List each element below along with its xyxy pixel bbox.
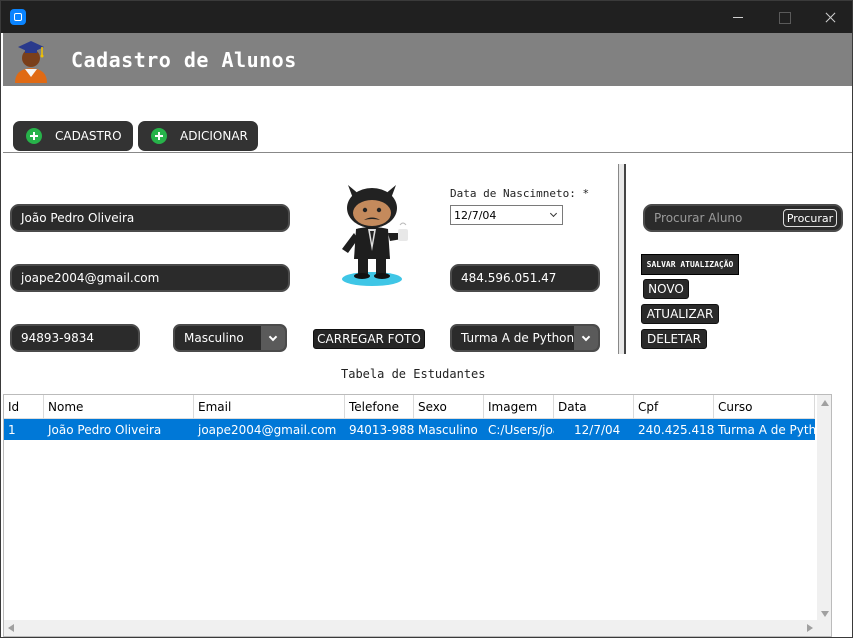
title-bar	[1, 1, 852, 33]
cell-id: 1	[8, 422, 16, 437]
data-nascimento-picker[interactable]: 12/7/04	[450, 205, 563, 225]
horizontal-scrollbar[interactable]	[4, 620, 817, 636]
email-field[interactable]: joape2004@gmail.com	[10, 264, 290, 292]
column-header-sexo[interactable]: Sexo	[414, 395, 484, 419]
nome-field[interactable]: João Pedro Oliveira	[10, 204, 290, 232]
cell-data: 12/7/04	[574, 422, 621, 437]
add-circle-icon	[26, 128, 42, 144]
data-nascimento-value: 12/7/04	[454, 208, 497, 222]
add-circle-icon	[151, 128, 167, 144]
column-header-id[interactable]: Id	[4, 395, 44, 419]
student-graduate-icon	[15, 41, 47, 83]
column-header-telefone[interactable]: Telefone	[345, 395, 414, 419]
minimize-button[interactable]	[715, 1, 761, 33]
cell-cpf: 240.425.418.95	[638, 422, 714, 437]
deletar-button[interactable]: DELETAR	[641, 329, 707, 349]
chevron-down-icon	[549, 209, 558, 218]
vertical-scrollbar[interactable]	[817, 395, 831, 620]
search-input[interactable]: Procurar Aluno	[654, 211, 742, 225]
column-header-email[interactable]: Email	[194, 395, 345, 419]
data-nascimento-label: Data de Nascimneto: *	[450, 187, 590, 200]
column-header-nome[interactable]: Nome	[44, 395, 194, 419]
scrollbar-corner	[817, 620, 831, 636]
search-box: Procurar Aluno Procurar	[643, 204, 843, 232]
atualizar-button[interactable]: ATUALIZAR	[641, 304, 719, 324]
chevron-down-icon[interactable]	[261, 326, 285, 350]
cadastro-label: CADASTRO	[55, 129, 122, 143]
cell-telefone: 94013-9885	[349, 422, 414, 437]
app-icon	[10, 9, 26, 25]
turma-value: Turma A de Python	[461, 331, 575, 345]
cadastro-button[interactable]: CADASTRO	[13, 121, 133, 151]
telefone-field[interactable]: 94893-9834	[10, 324, 140, 352]
student-photo	[342, 185, 408, 286]
app-window: Cadastro de Alunos CADASTRO ADICIONAR Jo…	[0, 0, 853, 638]
cell-imagem: C:/Users/joa	[488, 422, 554, 437]
scroll-left-icon[interactable]	[8, 624, 14, 632]
adicionar-label: ADICIONAR	[180, 129, 248, 143]
adicionar-button[interactable]: ADICIONAR	[138, 121, 258, 151]
sexo-select[interactable]: Masculino	[173, 324, 287, 352]
cell-nome: João Pedro Oliveira	[48, 422, 162, 437]
scroll-up-icon[interactable]	[821, 400, 829, 406]
cell-sexo: Masculino	[418, 422, 478, 437]
column-header-cpf[interactable]: Cpf	[634, 395, 714, 419]
page-title: Cadastro de Alunos	[71, 48, 297, 72]
turma-select[interactable]: Turma A de Python	[450, 324, 600, 352]
students-table[interactable]: Id Nome Email Telefone Sexo Imagem Data …	[3, 394, 832, 637]
close-button[interactable]	[807, 1, 853, 33]
cell-curso: Turma A de Python	[718, 422, 815, 437]
maximize-button[interactable]	[761, 1, 807, 33]
section-divider	[3, 152, 852, 153]
scroll-down-icon[interactable]	[821, 611, 829, 617]
column-header-imagem[interactable]: Imagem	[484, 395, 554, 419]
column-header-curso[interactable]: Curso	[714, 395, 815, 419]
app-header: Cadastro de Alunos	[3, 33, 852, 86]
chevron-down-icon[interactable]	[574, 326, 598, 350]
sexo-value: Masculino	[184, 331, 244, 345]
carregar-foto-button[interactable]: CARREGAR FOTO	[313, 329, 425, 349]
search-button[interactable]: Procurar	[783, 209, 837, 227]
cell-email: joape2004@gmail.com	[198, 422, 337, 437]
column-header-data[interactable]: Data	[554, 395, 634, 419]
table-title: Tabela de Estudantes	[341, 367, 486, 381]
table-row[interactable]: 1 João Pedro Oliveira joape2004@gmail.co…	[4, 419, 815, 440]
scroll-right-icon[interactable]	[807, 624, 813, 632]
vertical-separator	[618, 164, 626, 354]
table-header: Id Nome Email Telefone Sexo Imagem Data …	[4, 395, 815, 419]
salvar-atualizacao-button[interactable]: SALVAR ATUALIZAÇÃO	[641, 254, 739, 275]
cpf-field[interactable]: 484.596.051.47	[450, 264, 600, 292]
novo-button[interactable]: NOVO	[643, 279, 689, 299]
